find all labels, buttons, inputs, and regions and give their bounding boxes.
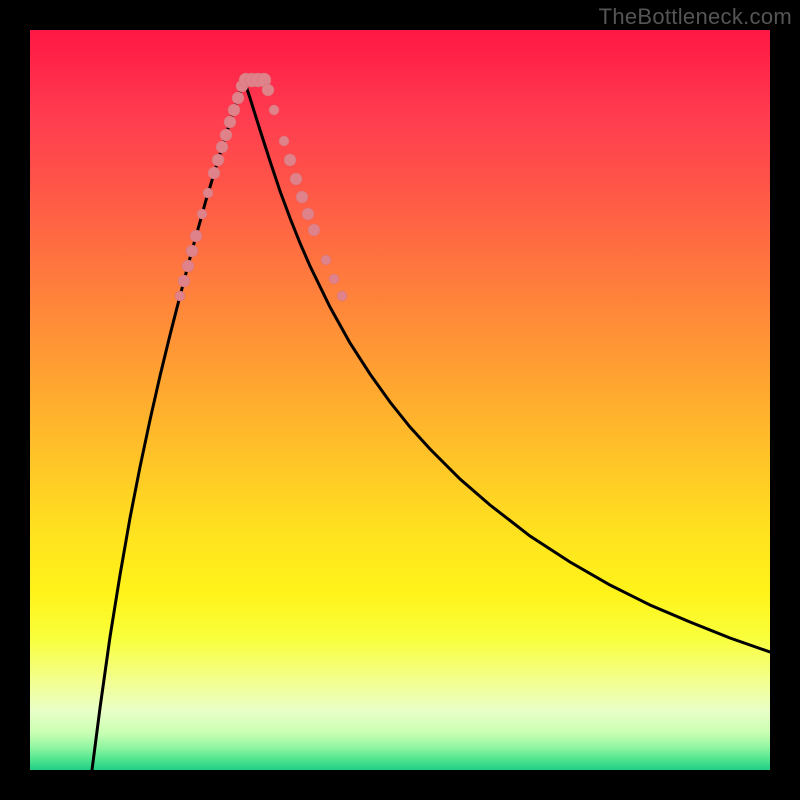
data-marker <box>216 141 228 153</box>
data-marker <box>175 291 185 301</box>
watermark-text: TheBottleneck.com <box>599 4 792 30</box>
data-marker <box>228 104 240 116</box>
data-marker <box>203 188 213 198</box>
data-marker <box>321 255 331 265</box>
data-marker <box>190 230 202 242</box>
data-marker <box>269 105 279 115</box>
data-marker <box>212 154 224 166</box>
data-marker <box>232 92 244 104</box>
data-marker <box>178 275 190 287</box>
data-marker <box>296 191 308 203</box>
data-marker <box>197 209 207 219</box>
data-marker <box>284 154 296 166</box>
curve-data-markers <box>175 73 347 301</box>
data-marker <box>337 291 347 301</box>
data-marker <box>279 136 289 146</box>
curve-left-branch <box>92 80 244 770</box>
data-marker <box>224 116 236 128</box>
data-marker <box>262 84 274 96</box>
data-marker <box>290 173 302 185</box>
curve-right-branch <box>244 80 770 652</box>
data-marker <box>308 224 320 236</box>
data-marker <box>182 260 194 272</box>
curve-svg-layer <box>30 30 770 770</box>
data-marker <box>208 167 220 179</box>
data-marker <box>220 129 232 141</box>
plot-area <box>30 30 770 770</box>
chart-frame: TheBottleneck.com <box>0 0 800 800</box>
data-marker <box>329 274 339 284</box>
data-marker <box>186 245 198 257</box>
data-marker <box>302 208 314 220</box>
